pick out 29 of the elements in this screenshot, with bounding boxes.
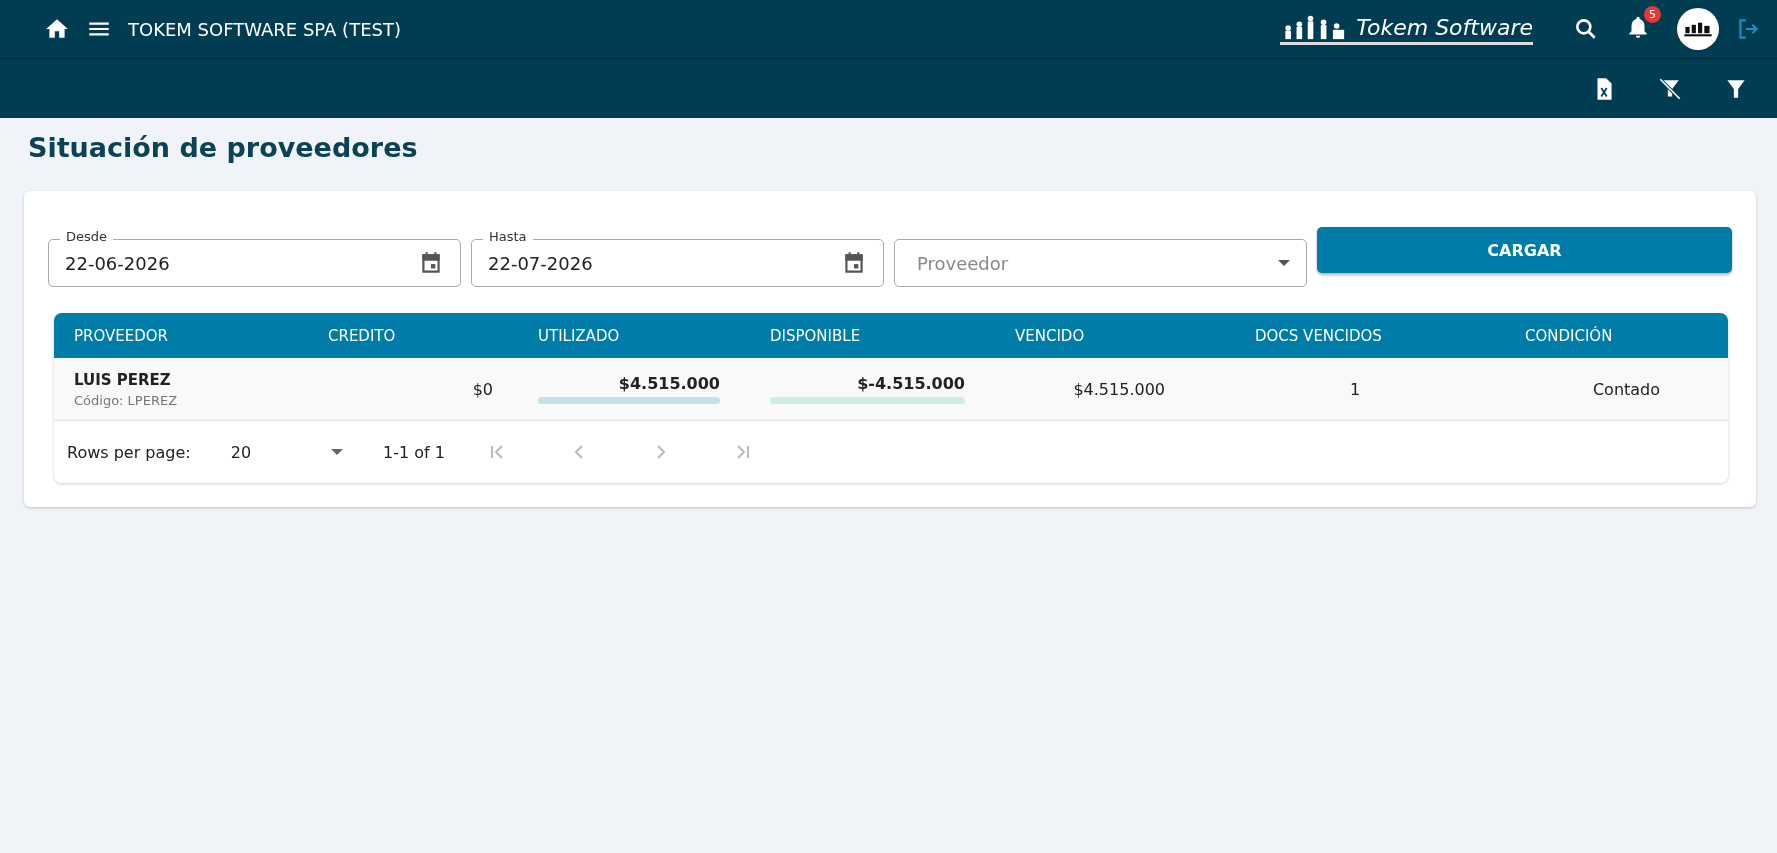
column-header: CREDITO: [327, 326, 397, 345]
notification-badge: 5: [1644, 6, 1661, 23]
table-cell-text: $0: [471, 379, 493, 399]
supplier-name: LUIS PEREZ: [74, 370, 172, 389]
column-header: UTILIZADO: [537, 326, 621, 345]
supplier-select[interactable]: Proveedor: [894, 239, 1307, 287]
clear-filter-icon[interactable]: [1657, 75, 1683, 102]
field-label: Desde: [60, 229, 114, 244]
rows-per-page-select[interactable]: 20: [230, 442, 344, 462]
page-range: 1-1 of 1: [383, 442, 445, 462]
table-cell: $-4.515.000: [857, 374, 965, 393]
table-cell-text: Contado: [1591, 379, 1662, 399]
avatar[interactable]: [1677, 8, 1719, 50]
field-label: Hasta: [483, 229, 533, 244]
table-cell-text: 1: [1348, 379, 1362, 399]
column-header: DOCS VENCIDOS: [1254, 326, 1383, 345]
column-header: DISPONIBLE: [769, 326, 862, 345]
caret-icon: [1278, 260, 1290, 266]
table-cell: $4.515.000: [618, 374, 720, 393]
column-header: CONDICIÓN: [1524, 326, 1614, 345]
caret-icon: [331, 449, 344, 455]
logo: Tokem Software: [1280, 13, 1533, 45]
column-header: VENCIDO: [1014, 326, 1086, 345]
load-button[interactable]: CARGAR: [1317, 227, 1732, 273]
company-name: TOKEM SOFTWARE SPA (TEST): [128, 18, 401, 40]
supplier-code: Código: LPEREZ: [74, 392, 179, 408]
rows-per-page-label: Rows per page:: [67, 442, 191, 462]
page-title: Situación de proveedores: [28, 132, 419, 163]
column-header: PROVEEDOR: [73, 326, 169, 345]
